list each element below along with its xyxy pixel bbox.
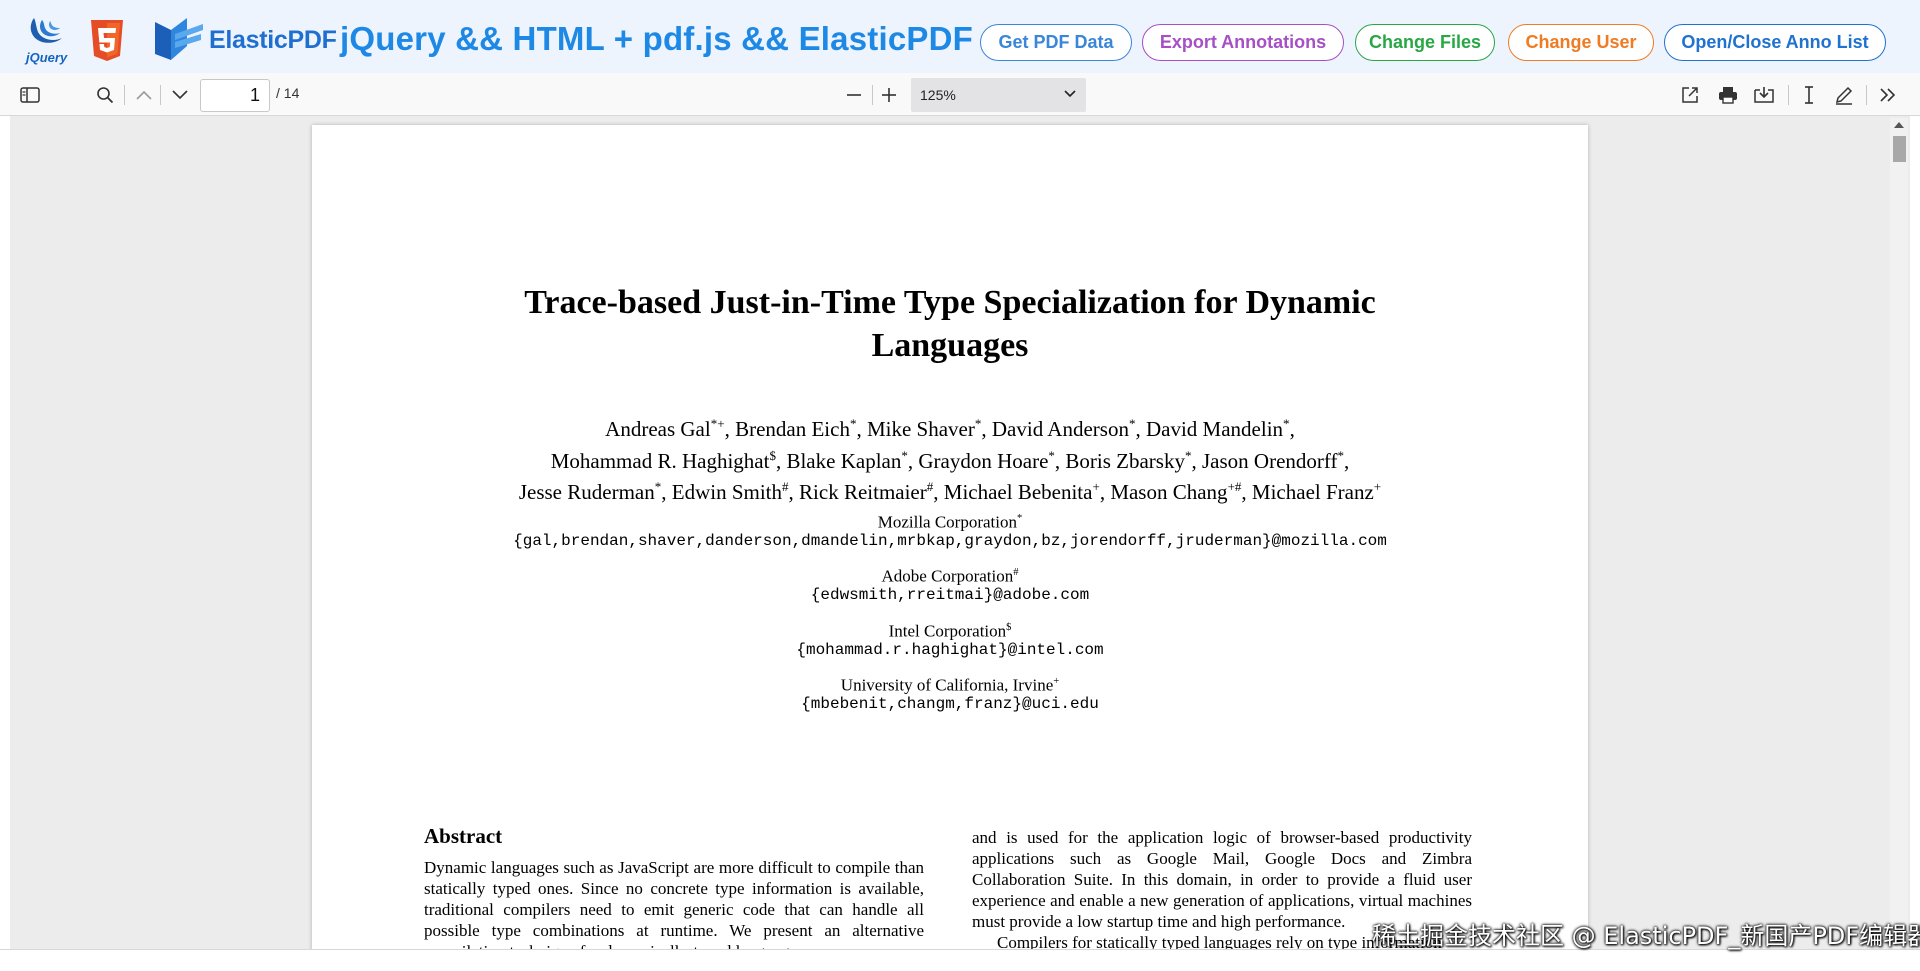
more-tools-icon[interactable]: [1876, 83, 1900, 107]
zoom-value: 125%: [920, 87, 956, 103]
abstract-text: Dynamic languages such as JavaScript are…: [424, 858, 924, 949]
zoom-in-icon[interactable]: [877, 83, 901, 107]
abstract-heading: Abstract: [424, 824, 503, 848]
html5-icon: [91, 20, 123, 61]
text-cursor-icon[interactable]: [1797, 83, 1821, 107]
elasticpdf-logo: ElasticPDF: [153, 16, 337, 64]
print-icon[interactable]: [1716, 83, 1740, 107]
author-line: Mohammad R. Haghighat$, Blake Kaplan*, G…: [550, 447, 1350, 473]
author-list: Andreas Gal*+, Brendan Eich*, Mike Shave…: [312, 411, 1588, 506]
page-total-label: / 14: [276, 85, 300, 101]
affiliation-block: Intel Corporation$ {mohammad.r.haghighat…: [312, 618, 1588, 660]
search-icon[interactable]: [93, 83, 117, 107]
pdf-page[interactable]: Trace-based Just-in-Time Type Specializa…: [312, 125, 1588, 949]
export-annotations-button[interactable]: Export Annotations: [1142, 24, 1344, 61]
paper-title-line: Trace-based Just-in-Time Type Specializa…: [524, 284, 1376, 321]
get-pdf-data-button[interactable]: Get PDF Data: [980, 24, 1132, 61]
affiliation-block: Mozilla Corporation* {gal,brendan,shaver…: [312, 509, 1588, 551]
open-file-icon[interactable]: [1678, 83, 1702, 107]
affiliation-email: {mohammad.r.haghighat}@intel.com: [796, 640, 1104, 659]
zoom-select[interactable]: 125%: [911, 78, 1086, 112]
scrollbar-thumb[interactable]: [1893, 136, 1906, 162]
change-files-button[interactable]: Change Files: [1355, 24, 1495, 61]
zoom-out-icon[interactable]: [842, 83, 866, 107]
change-user-button[interactable]: Change User: [1508, 24, 1654, 61]
affiliation-email: {gal,brendan,shaver,danderson,dmandelin,…: [513, 531, 1387, 550]
page-title: jQuery && HTML + pdf.js && ElasticPDF: [340, 20, 973, 57]
jquery-logo: jQuery: [26, 16, 70, 66]
download-icon[interactable]: [1752, 83, 1776, 107]
scroll-up-arrow-icon[interactable]: [1894, 122, 1904, 128]
elasticpdf-logo-text: ElasticPDF: [209, 25, 337, 54]
affiliation-name: Mozilla Corporation: [877, 512, 1017, 532]
pdf-viewer-container[interactable]: Trace-based Just-in-Time Type Specializa…: [10, 116, 1910, 949]
paper-title-line: Languages: [871, 327, 1029, 364]
jquery-logo-text: jQuery: [26, 50, 68, 65]
paper-title: Trace-based Just-in-Time Type Specializa…: [312, 281, 1588, 367]
affiliation-mark: *: [1017, 513, 1023, 524]
author-line: Andreas Gal*+, Brendan Eich*, Mike Shave…: [605, 416, 1295, 441]
html5-logo: [89, 20, 125, 62]
chevron-down-icon: [1064, 90, 1076, 98]
page-number-input[interactable]: 1: [200, 79, 270, 112]
affiliation-mark: $: [1006, 622, 1012, 633]
affiliation-name: Adobe Corporation: [881, 566, 1014, 586]
affiliation-email: {edwsmith,rreitmai}@adobe.com: [810, 585, 1090, 604]
affiliation-block: Adobe Corporation# {edwsmith,rreitmai}@a…: [312, 563, 1588, 605]
toolbar-divider: [124, 85, 125, 105]
toolbar-divider: [1866, 85, 1867, 105]
affiliation-block: University of California, Irvine+ {mbebe…: [312, 672, 1588, 714]
affiliation-name: University of California, Irvine: [840, 675, 1054, 695]
elasticpdf-mark-icon: [155, 18, 203, 60]
watermark: 稀土掘金技术社区 @ ElasticPDF_新国产PDF编辑器: [1372, 922, 1920, 950]
affiliation-mark: +: [1053, 676, 1060, 687]
draw-pen-icon[interactable]: [1832, 83, 1856, 107]
previous-page-icon[interactable]: [132, 83, 156, 107]
open-close-anno-list-button[interactable]: Open/Close Anno List: [1664, 24, 1886, 61]
affiliation-email: {mbebenit,changm,franz}@uci.edu: [801, 694, 1099, 713]
author-line: Jesse Ruderman*, Edwin Smith#, Rick Reit…: [518, 479, 1382, 504]
app-header: jQuery ElasticPDF jQuery && HTML + pdf.j…: [0, 0, 1920, 73]
jquery-swirl-icon: [30, 18, 62, 43]
affiliation-mark: #: [1013, 567, 1019, 578]
toolbar-divider: [1788, 85, 1789, 105]
toolbar-divider: [160, 85, 161, 105]
vertical-scrollbar[interactable]: [1890, 118, 1908, 948]
next-page-icon[interactable]: [168, 83, 192, 107]
affiliation-name: Intel Corporation: [888, 621, 1007, 641]
viewer-left-edge: [0, 116, 10, 949]
bottom-bar: [0, 949, 1920, 971]
sidebar-toggle-icon[interactable]: [18, 83, 42, 107]
toolbar-divider: [872, 85, 873, 105]
